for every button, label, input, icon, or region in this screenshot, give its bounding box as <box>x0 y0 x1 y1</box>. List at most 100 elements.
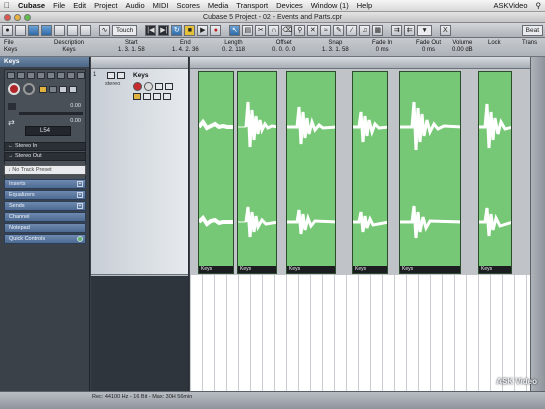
info-snap[interactable]: Snap 1. 3. 1. 58 <box>322 40 349 53</box>
volume-slider[interactable] <box>19 112 83 115</box>
input-routing-select[interactable]: ← Stereo In <box>4 142 86 151</box>
time-base-icon[interactable] <box>39 86 47 93</box>
time-warp-tool-icon[interactable]: ≈ <box>320 24 332 36</box>
audio-event[interactable]: Keys <box>478 71 512 274</box>
info-length[interactable]: Length 0. 2. 118 <box>222 40 245 53</box>
timeline-ruler[interactable] <box>190 57 530 69</box>
arrange-area[interactable]: Keys Keys Keys Keys Keys Keys <box>190 57 530 391</box>
inspector-section-sends[interactable]: Sends + <box>4 201 86 211</box>
split-tool-icon[interactable]: ✂ <box>255 24 267 36</box>
menu-media[interactable]: Media <box>204 1 232 10</box>
menu-devices[interactable]: Devices <box>272 1 307 10</box>
audio-event[interactable]: Keys <box>237 71 277 274</box>
draw-tool-icon[interactable]: ✎ <box>333 24 345 36</box>
snap-to-zero-button[interactable]: X <box>439 24 451 36</box>
inspector-section-notepad[interactable]: Notepad <box>4 223 86 233</box>
glue-tool-icon[interactable]: ∩ <box>268 24 280 36</box>
monitor-button[interactable] <box>23 83 35 95</box>
show-mixer-button[interactable] <box>80 24 91 36</box>
inspector-section-quick-controls[interactable]: Quick Controls <box>4 234 86 244</box>
pan-value[interactable]: 0.00 <box>70 118 81 124</box>
audio-event[interactable]: Keys <box>352 71 388 274</box>
show-info-line-button[interactable] <box>28 24 39 36</box>
go-to-previous-marker-button[interactable]: |◀ <box>145 24 157 36</box>
info-volume-value[interactable]: 0.00 dB <box>452 47 473 53</box>
info-offset-value[interactable]: 0. 0. 0. 0 <box>272 47 295 53</box>
stop-button[interactable]: ■ <box>184 24 196 36</box>
read-automation-icon[interactable] <box>155 83 163 90</box>
edit-channel-icon[interactable] <box>47 72 55 79</box>
edit-channel-icon[interactable] <box>153 93 161 100</box>
close-window-button[interactable] <box>4 14 11 21</box>
bypass-icon[interactable]: + <box>77 203 83 209</box>
play-tool-icon[interactable]: ♫ <box>359 24 371 36</box>
record-button[interactable]: ● <box>210 24 222 36</box>
track-name[interactable]: Keys <box>133 72 149 79</box>
pan-display[interactable]: L54 <box>25 126 71 136</box>
info-fade-out[interactable]: Fade Out 0 ms <box>416 40 441 53</box>
channel-config-icon[interactable] <box>59 86 67 93</box>
audio-event[interactable]: Keys <box>286 71 336 274</box>
lanes-icon[interactable] <box>163 93 171 100</box>
track-color-icon[interactable] <box>69 86 77 93</box>
autoscroll-button[interactable]: ⇉ <box>391 24 403 36</box>
color-tool-icon[interactable]: ▦ <box>372 24 384 36</box>
show-pool-button[interactable] <box>67 24 78 36</box>
menubar-user-label[interactable]: ASKVideo <box>489 1 531 10</box>
time-base-icon[interactable] <box>133 93 141 100</box>
info-start-value[interactable]: 1. 3. 1. 58 <box>118 47 145 53</box>
menu-window[interactable]: Window (1) <box>307 1 353 10</box>
object-selection-tool-icon[interactable]: ↖ <box>229 24 241 36</box>
solo-icon[interactable] <box>17 72 25 79</box>
inspector-section-channel[interactable]: Channel <box>4 212 86 222</box>
info-offset[interactable]: Offset 0. 0. 0. 0 <box>272 40 295 53</box>
quick-controls-icon[interactable] <box>77 236 83 242</box>
zoom-tool-icon[interactable]: ⚲ <box>294 24 306 36</box>
snap-button[interactable]: ⇇ <box>404 24 416 36</box>
track-record-button[interactable] <box>133 82 142 91</box>
lanes-icon[interactable] <box>57 72 65 79</box>
inspector-track-title[interactable]: Keys <box>0 57 89 67</box>
write-automation-icon[interactable] <box>165 83 173 90</box>
show-overview-button[interactable] <box>54 24 65 36</box>
info-file[interactable]: File Keys <box>4 40 17 53</box>
info-start[interactable]: Start 1. 3. 1. 58 <box>118 40 145 53</box>
solo-icon[interactable] <box>117 72 125 79</box>
show-inspector-button[interactable] <box>41 24 52 36</box>
inspector-section-inserts[interactable]: Inserts + <box>4 179 86 189</box>
info-fade-in[interactable]: Fade In 0 ms <box>372 40 392 53</box>
erase-tool-icon[interactable]: ⌫ <box>281 24 293 36</box>
info-description[interactable]: Description Keys <box>54 40 84 53</box>
info-file-value[interactable]: Keys <box>4 47 17 53</box>
info-description-value[interactable]: Keys <box>54 47 84 53</box>
info-fade-out-value[interactable]: 0 ms <box>416 47 441 53</box>
freeze-icon[interactable] <box>67 72 75 79</box>
minimize-window-button[interactable] <box>14 14 21 21</box>
menu-file[interactable]: File <box>49 1 69 10</box>
inspector-section-equalizers[interactable]: Equalizers + <box>4 190 86 200</box>
zoom-controls-strip[interactable] <box>530 57 545 391</box>
empty-arrange-area[interactable] <box>190 275 530 391</box>
info-end-value[interactable]: 1. 4. 2. 36 <box>172 47 199 53</box>
automation-mode-select[interactable]: Touch <box>112 24 138 36</box>
menu-transport[interactable]: Transport <box>232 1 272 10</box>
spotlight-search-icon[interactable]: ⚲ <box>532 1 545 10</box>
track-preset-select[interactable]: ↓ No Track Preset <box>4 165 86 175</box>
audio-event[interactable]: Keys <box>198 71 234 274</box>
info-lock[interactable]: Lock <box>488 40 501 46</box>
track-list-empty-area[interactable] <box>91 276 188 391</box>
menu-scores[interactable]: Scores <box>173 1 204 10</box>
track-row[interactable]: 1 Keys stereo <box>91 69 188 275</box>
write-automation-icon[interactable] <box>37 72 45 79</box>
folder-icon[interactable] <box>77 72 85 79</box>
record-enable-button[interactable] <box>8 83 20 95</box>
activate-project-button[interactable]: ● <box>2 24 13 36</box>
constrain-delay-button[interactable] <box>15 24 26 36</box>
zoom-window-button[interactable] <box>24 14 31 21</box>
bypass-icon[interactable]: + <box>77 181 83 187</box>
menu-midi[interactable]: MIDI <box>149 1 173 10</box>
line-tool-icon[interactable]: ∕ <box>346 24 358 36</box>
volume-value[interactable]: 0.00 <box>70 103 81 109</box>
menu-help[interactable]: Help <box>353 1 376 10</box>
mute-icon[interactable] <box>107 72 115 79</box>
